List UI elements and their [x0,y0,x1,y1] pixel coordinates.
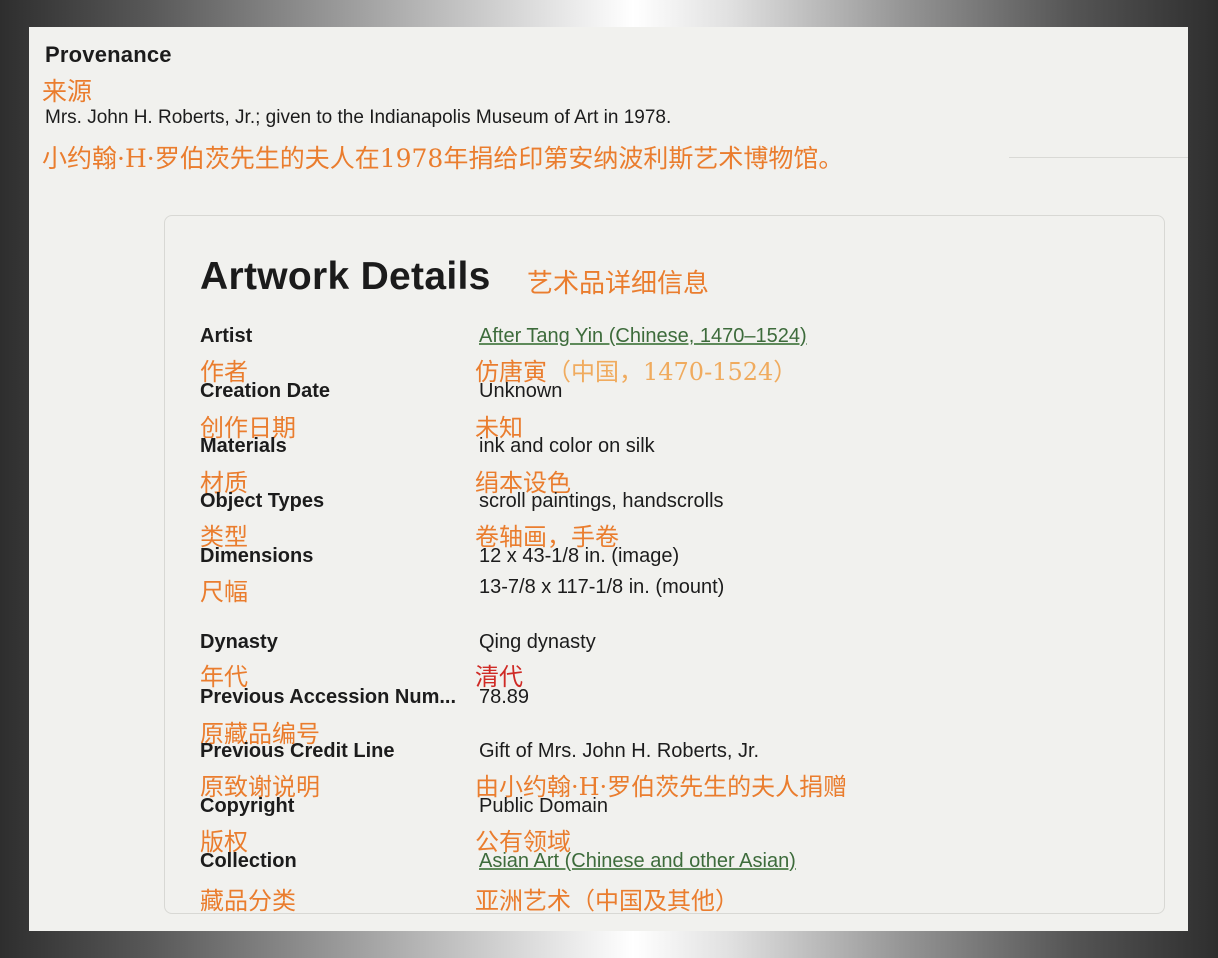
collection-value-translation: 亚洲艺术（中国及其他） [475,887,739,915]
divider [1009,157,1188,158]
dynasty-label: Dynasty [200,631,278,653]
artwork-details-heading: Artwork Details [200,255,491,298]
artist-label: Artist [200,325,253,347]
previous-credit-value: Gift of Mrs. John H. Roberts, Jr. [479,740,760,762]
collection-label: Collection [200,850,297,872]
previous-credit-label: Previous Credit Line [200,740,395,762]
object-types-label: Object Types [200,490,325,512]
copyright-label: Copyright [200,795,295,817]
creation-date-label: Creation Date [200,380,331,402]
artist-link[interactable]: After Tang Yin (Chinese, 1470–1524) [479,325,807,347]
dimensions-mount-value: 13-7/8 x 117-1/8 in. (mount) [479,576,725,598]
provenance-heading-translation: 来源 [42,77,93,106]
dynasty-value: Qing dynasty [479,631,596,653]
artist-value: After Tang Yin (Chinese, 1470–1524) [479,325,807,348]
provenance-text-translation: 小约翰·H·罗伯茨先生的夫人在1978年捐给印第安纳波利斯艺术博物馆。 [42,144,844,173]
object-types-value: scroll paintings, handscrolls [479,490,724,512]
copyright-value: Public Domain [479,795,608,817]
artist-dates-translation: （中国，1470-1524） [547,358,798,386]
provenance-text: Mrs. John H. Roberts, Jr.; given to the … [45,107,672,128]
dimensions-label-translation: 尺幅 [200,578,248,606]
collection-link[interactable]: Asian Art (Chinese and other Asian) [479,850,796,872]
materials-label: Materials [200,435,287,457]
previous-accession-label: Previous Accession Num... [200,686,457,708]
artwork-details-heading-translation: 艺术品详细信息 [527,269,710,299]
dimensions-image-value: 12 x 43-1/8 in. (image) [479,545,680,567]
collection-value: Asian Art (Chinese and other Asian) [479,850,796,873]
creation-date-value: Unknown [479,380,563,402]
previous-accession-value: 78.89 [479,686,530,708]
provenance-heading: Provenance [45,42,172,67]
materials-value: ink and color on silk [479,435,655,457]
museum-page: Provenance 来源 Mrs. John H. Roberts, Jr.;… [29,27,1188,931]
collection-label-translation: 藏品分类 [200,887,296,915]
dimensions-label: Dimensions [200,545,314,567]
